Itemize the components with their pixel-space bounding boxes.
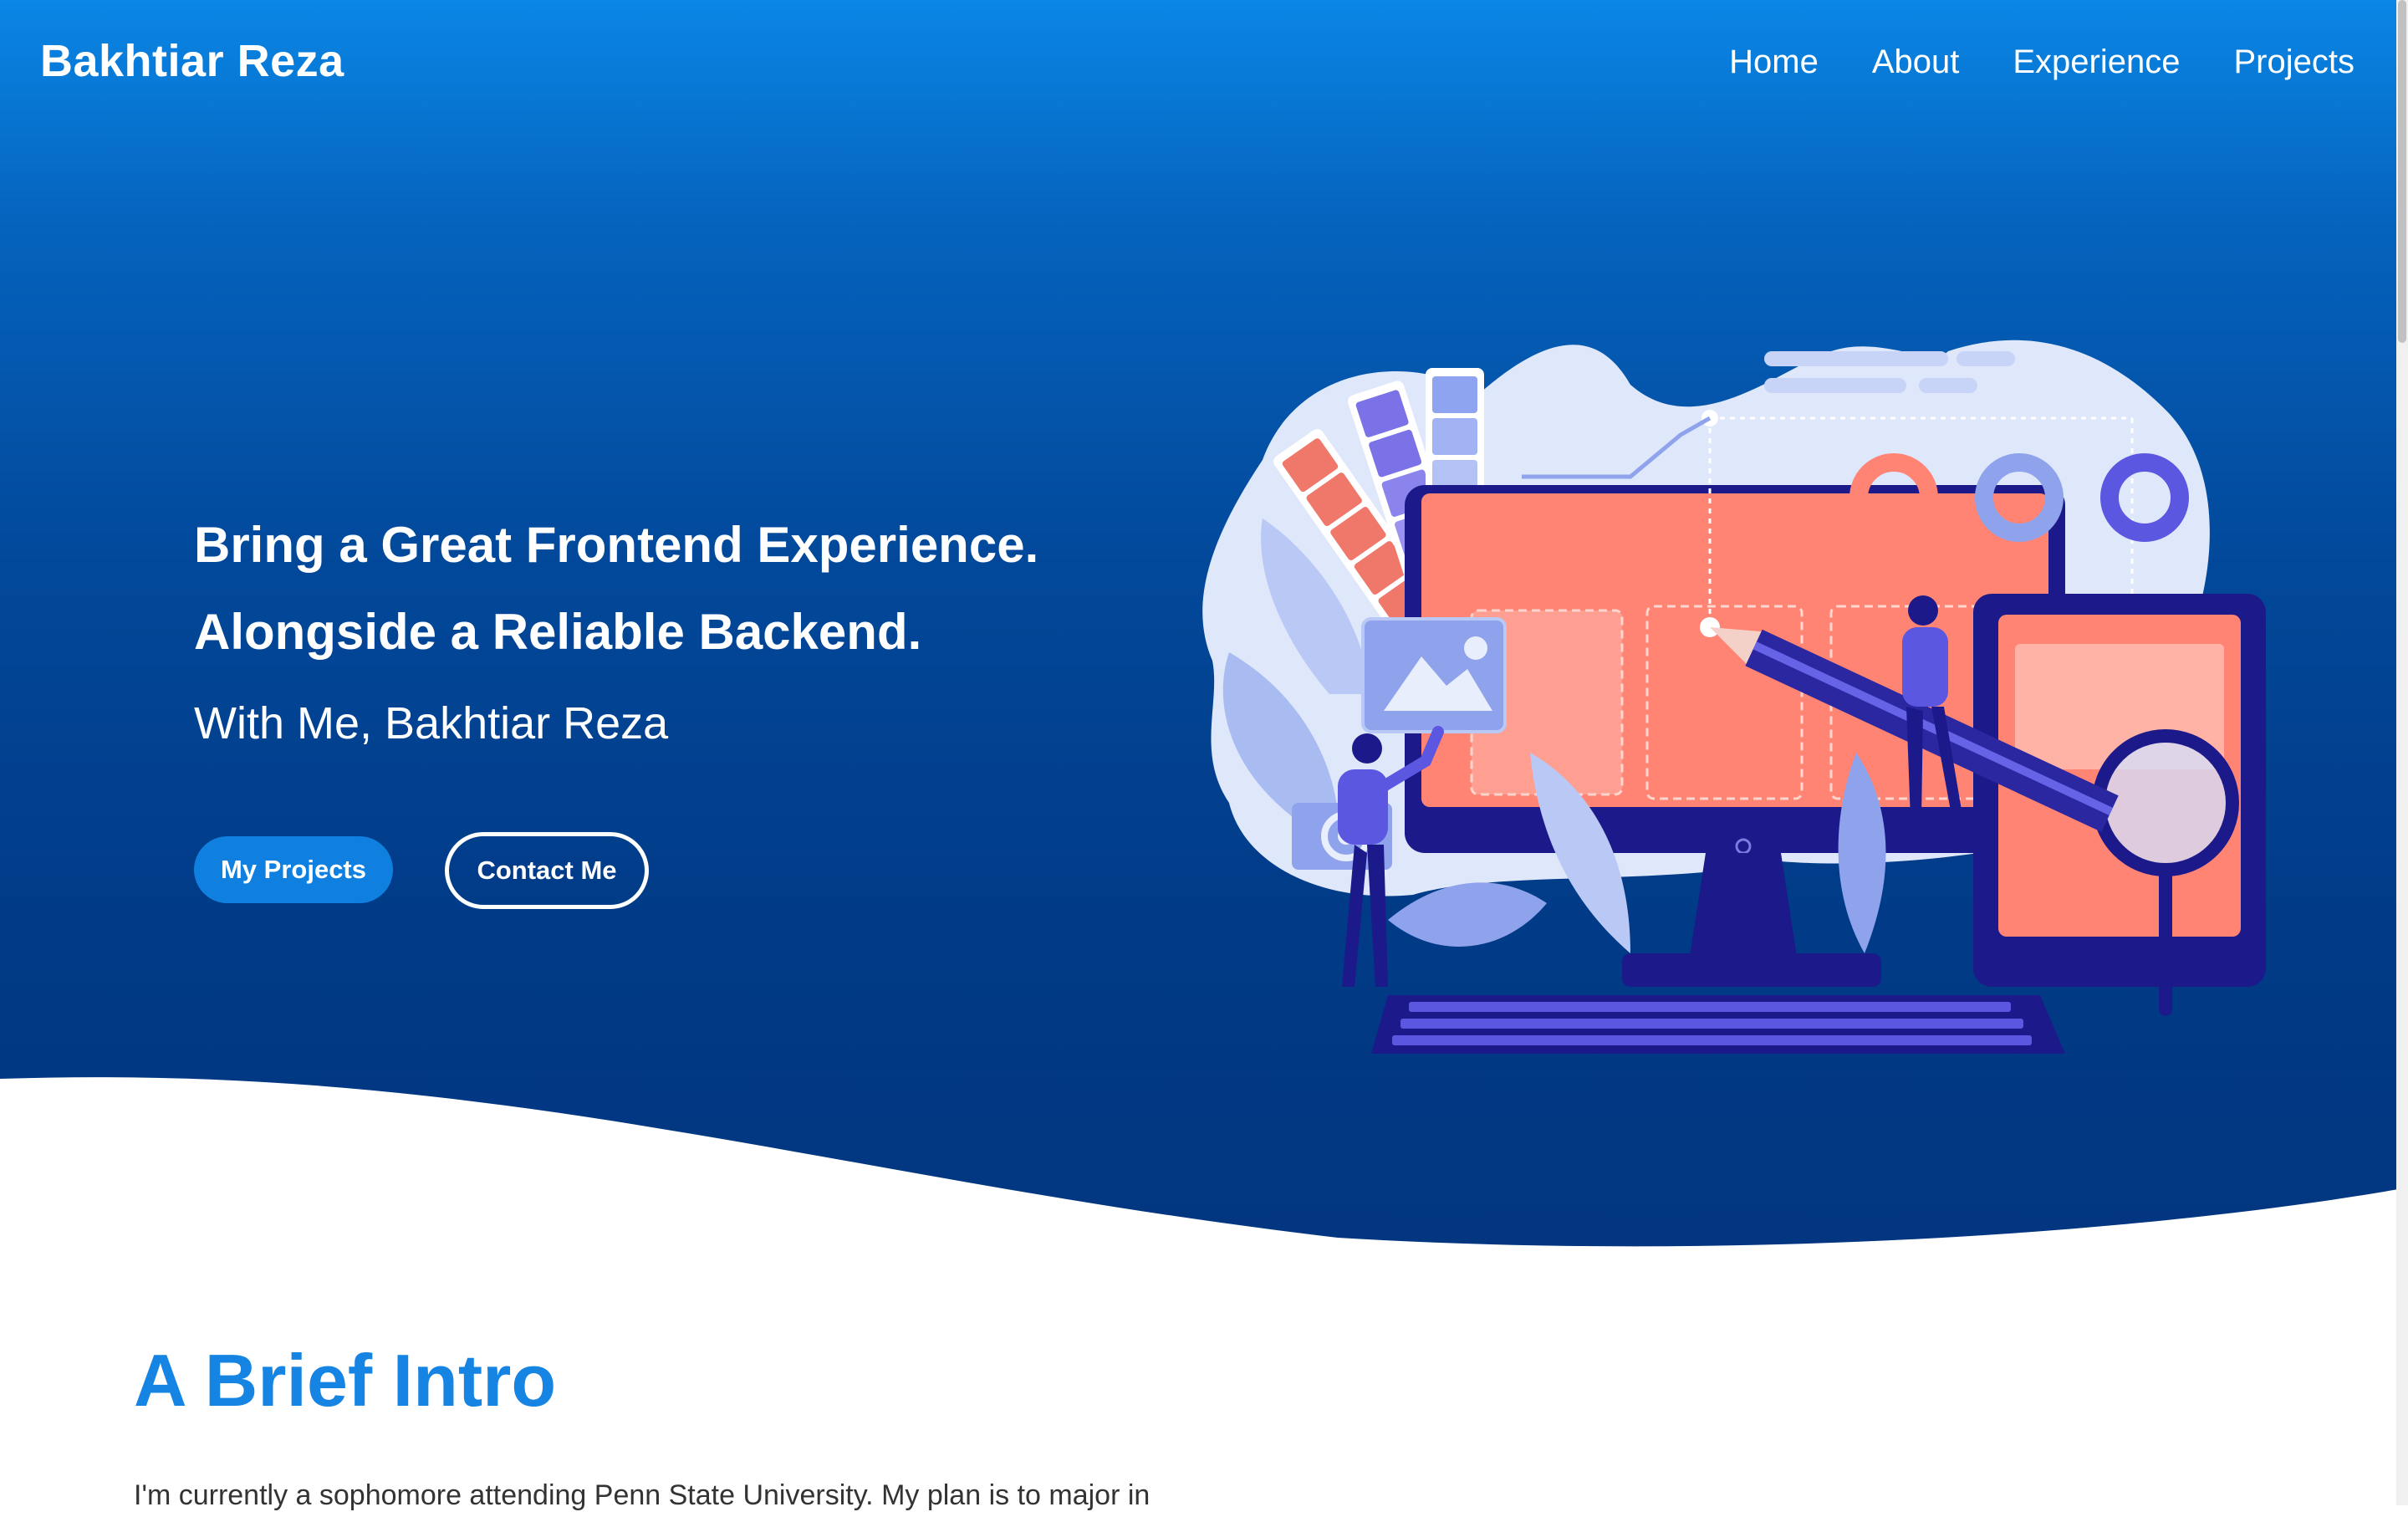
intro-text: I'm currently a sophomore attending Penn… (134, 1479, 1150, 1511)
hero-headline-line2: Alongside a Reliable Backend. (194, 604, 922, 660)
hero-headline: Bring a Great Frontend Experience. Along… (194, 502, 1038, 676)
hero-subtitle: With Me, Bakhtiar Reza (194, 698, 669, 748)
hero-section: Bakhtiar Reza Home About Experience Proj… (0, 0, 2408, 1254)
nav-link-about[interactable]: About (1872, 43, 1960, 81)
scrollbar-thumb[interactable] (2398, 0, 2406, 343)
nav-link-projects[interactable]: Projects (2234, 43, 2355, 81)
contact-me-button[interactable]: Contact Me (445, 832, 649, 909)
my-projects-button[interactable]: My Projects (194, 836, 393, 903)
main-nav: Home About Experience Projects (1729, 43, 2354, 81)
brand-logo[interactable]: Bakhtiar Reza (40, 35, 344, 87)
hero-wave-divider (0, 1077, 2408, 1254)
nav-link-home[interactable]: Home (1729, 43, 1819, 81)
hero-headline-line1: Bring a Great Frontend Experience. (194, 517, 1039, 573)
page-scrollbar[interactable] (2396, 0, 2408, 1505)
intro-title: A Brief Intro (134, 1339, 557, 1422)
web-design-illustration (1202, 340, 2266, 1054)
nav-link-experience[interactable]: Experience (2013, 43, 2180, 81)
